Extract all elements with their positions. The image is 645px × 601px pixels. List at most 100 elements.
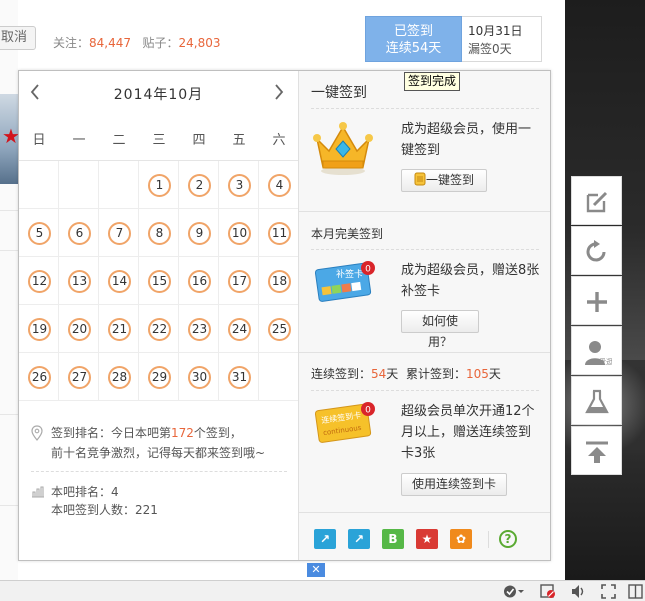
checkmark-dropdown-icon[interactable] (503, 584, 525, 599)
volume-icon[interactable] (571, 584, 587, 599)
calendar-cell[interactable]: 11 (259, 209, 299, 257)
fullscreen-icon[interactable] (601, 584, 616, 599)
refresh-button[interactable] (571, 226, 622, 275)
signed-day: 13 (68, 270, 91, 293)
calendar-cell[interactable]: 1 (139, 161, 179, 209)
calendar-cell[interactable]: 15 (139, 257, 179, 305)
calendar-title: 2014年10月 (113, 87, 204, 103)
back-to-top-button[interactable] (571, 426, 622, 475)
posts-label: 贴子： (142, 36, 179, 50)
signed-day: 19 (28, 318, 51, 341)
calendar-cell[interactable]: 2 (179, 161, 219, 209)
cancel-button[interactable]: 取消 (0, 26, 36, 50)
calendar-cell[interactable]: 29 (139, 353, 179, 401)
app-icons-row: ? ↗ ↗ B ★ ✿ (299, 513, 550, 560)
add-button[interactable] (571, 276, 622, 325)
calendar-cell[interactable]: 16 (179, 257, 219, 305)
calendar-cell[interactable]: 10 (219, 209, 259, 257)
follow-count: 84,447 (89, 36, 132, 50)
weekday-label: 三 (152, 133, 166, 148)
lab-button[interactable] (571, 376, 622, 425)
signed-in-button[interactable]: 已签到 连续54天 (365, 16, 462, 62)
app-icon-3[interactable]: B (382, 529, 404, 549)
continuous-card-icon: 连续签到卡 continuous 0 (314, 402, 375, 443)
forum-count-value: 221 (135, 503, 158, 517)
follow-label: 关注： (53, 36, 90, 50)
calendar-cell[interactable]: 22 (139, 305, 179, 353)
signed-day: 30 (188, 366, 211, 389)
calendar-cell[interactable]: 26 (19, 353, 59, 401)
chevron-right-icon (275, 84, 284, 100)
user-button[interactable]: 爱逛 (571, 326, 622, 375)
calendar-cell[interactable]: 3 (219, 161, 259, 209)
divider (0, 210, 18, 211)
calendar-cell[interactable]: 8 (139, 209, 179, 257)
how-to-use-button[interactable]: 如何使用？ (401, 310, 479, 349)
makeup-card-icon: 补签卡 0 (314, 261, 375, 302)
one-click-title: 一键签到 (311, 85, 367, 101)
calendar-cell[interactable]: 23 (179, 305, 219, 353)
app-icon-1[interactable]: ↗ (314, 529, 336, 549)
calendar-cell[interactable]: 20 (59, 305, 99, 353)
divider (31, 471, 287, 472)
signed-day: 20 (68, 318, 91, 341)
signed-day: 25 (268, 318, 291, 341)
signed-day: 2 (188, 174, 211, 197)
user-caption: 爱逛 (599, 357, 612, 366)
calendar-cell[interactable]: 27 (59, 353, 99, 401)
signed-day: 12 (28, 270, 51, 293)
signed-day: 16 (188, 270, 211, 293)
calendar-cell[interactable]: 31 (219, 353, 259, 401)
user-icon: 爱逛 (585, 341, 612, 366)
calendar-cell[interactable]: 19 (19, 305, 59, 353)
calendar-cell[interactable]: 28 (99, 353, 139, 401)
sign-options-panel: 一键签到 成为超级会员，使用一键签到 一键签到 本月完美签到 补签卡 0 成为超… (299, 71, 550, 560)
signed-day: 22 (148, 318, 171, 341)
signed-day: 26 (28, 366, 51, 389)
total-label: 累计签到： (405, 367, 466, 381)
signed-day: 24 (228, 318, 251, 341)
forum-banner[interactable]: ★ (0, 94, 20, 184)
calendar-cell[interactable]: 12 (19, 257, 59, 305)
calendar-cell[interactable]: 25 (259, 305, 299, 353)
calendar-cell[interactable]: 5 (19, 209, 59, 257)
app-icon-2[interactable]: ↗ (348, 529, 370, 549)
calendar-cell[interactable]: 14 (99, 257, 139, 305)
one-click-sign-button[interactable]: 一键签到 (401, 169, 487, 192)
signed-day: 28 (108, 366, 131, 389)
app-icon-5[interactable]: ✿ (450, 529, 472, 549)
crown-icon (313, 122, 373, 175)
use-continuous-card-button[interactable]: 使用连续签到卡 (401, 473, 507, 496)
perfect-month-section: 本月完美签到 补签卡 0 成为超级会员，赠送8张补签卡 如何使用？ (299, 212, 550, 353)
calendar-cell[interactable]: 17 (219, 257, 259, 305)
signed-day: 31 (228, 366, 251, 389)
calendar-grid: 1 2 3 4 5 6 7 8 9 10 11 12 13 14 15 16 17 18 19 20 21 22 23 24 2… (19, 161, 299, 401)
card-badge: 0 (365, 265, 371, 275)
blocked-icon[interactable] (540, 584, 556, 599)
next-month-button[interactable] (271, 83, 287, 103)
calendar-cell[interactable]: 24 (219, 305, 259, 353)
close-icon[interactable]: ✕ (307, 563, 325, 577)
split-view-icon[interactable] (628, 584, 643, 599)
calendar-cell[interactable]: 13 (59, 257, 99, 305)
calendar-cell[interactable]: 9 (179, 209, 219, 257)
calendar-cell[interactable]: 7 (99, 209, 139, 257)
calendar-cell[interactable]: 21 (99, 305, 139, 353)
calendar-cell[interactable]: 4 (259, 161, 299, 209)
signed-day: 8 (148, 222, 171, 245)
app-icon-4[interactable]: ★ (416, 529, 438, 549)
perfect-text: 成为超级会员，赠送8张补签卡 (401, 263, 540, 299)
calendar-cell[interactable]: 30 (179, 353, 219, 401)
divider (0, 250, 18, 251)
one-click-btn-label: 一键签到 (425, 173, 474, 187)
edit-button[interactable] (571, 176, 622, 225)
calendar-cell[interactable]: 6 (59, 209, 99, 257)
continuous-text: 超级会员单次开通12个月以上，赠送连续签到卡3张 (401, 404, 535, 461)
calendar-cell[interactable]: 18 (259, 257, 299, 305)
sign-tooltip: 签到完成 (404, 72, 461, 91)
rank-prefix: 签到排名：今日本吧第 (51, 426, 172, 440)
rank-suffix: 个签到， (193, 426, 242, 440)
browser-status-bar (0, 580, 645, 601)
calendar-cell (99, 161, 139, 209)
help-icon[interactable]: ? (499, 530, 517, 548)
